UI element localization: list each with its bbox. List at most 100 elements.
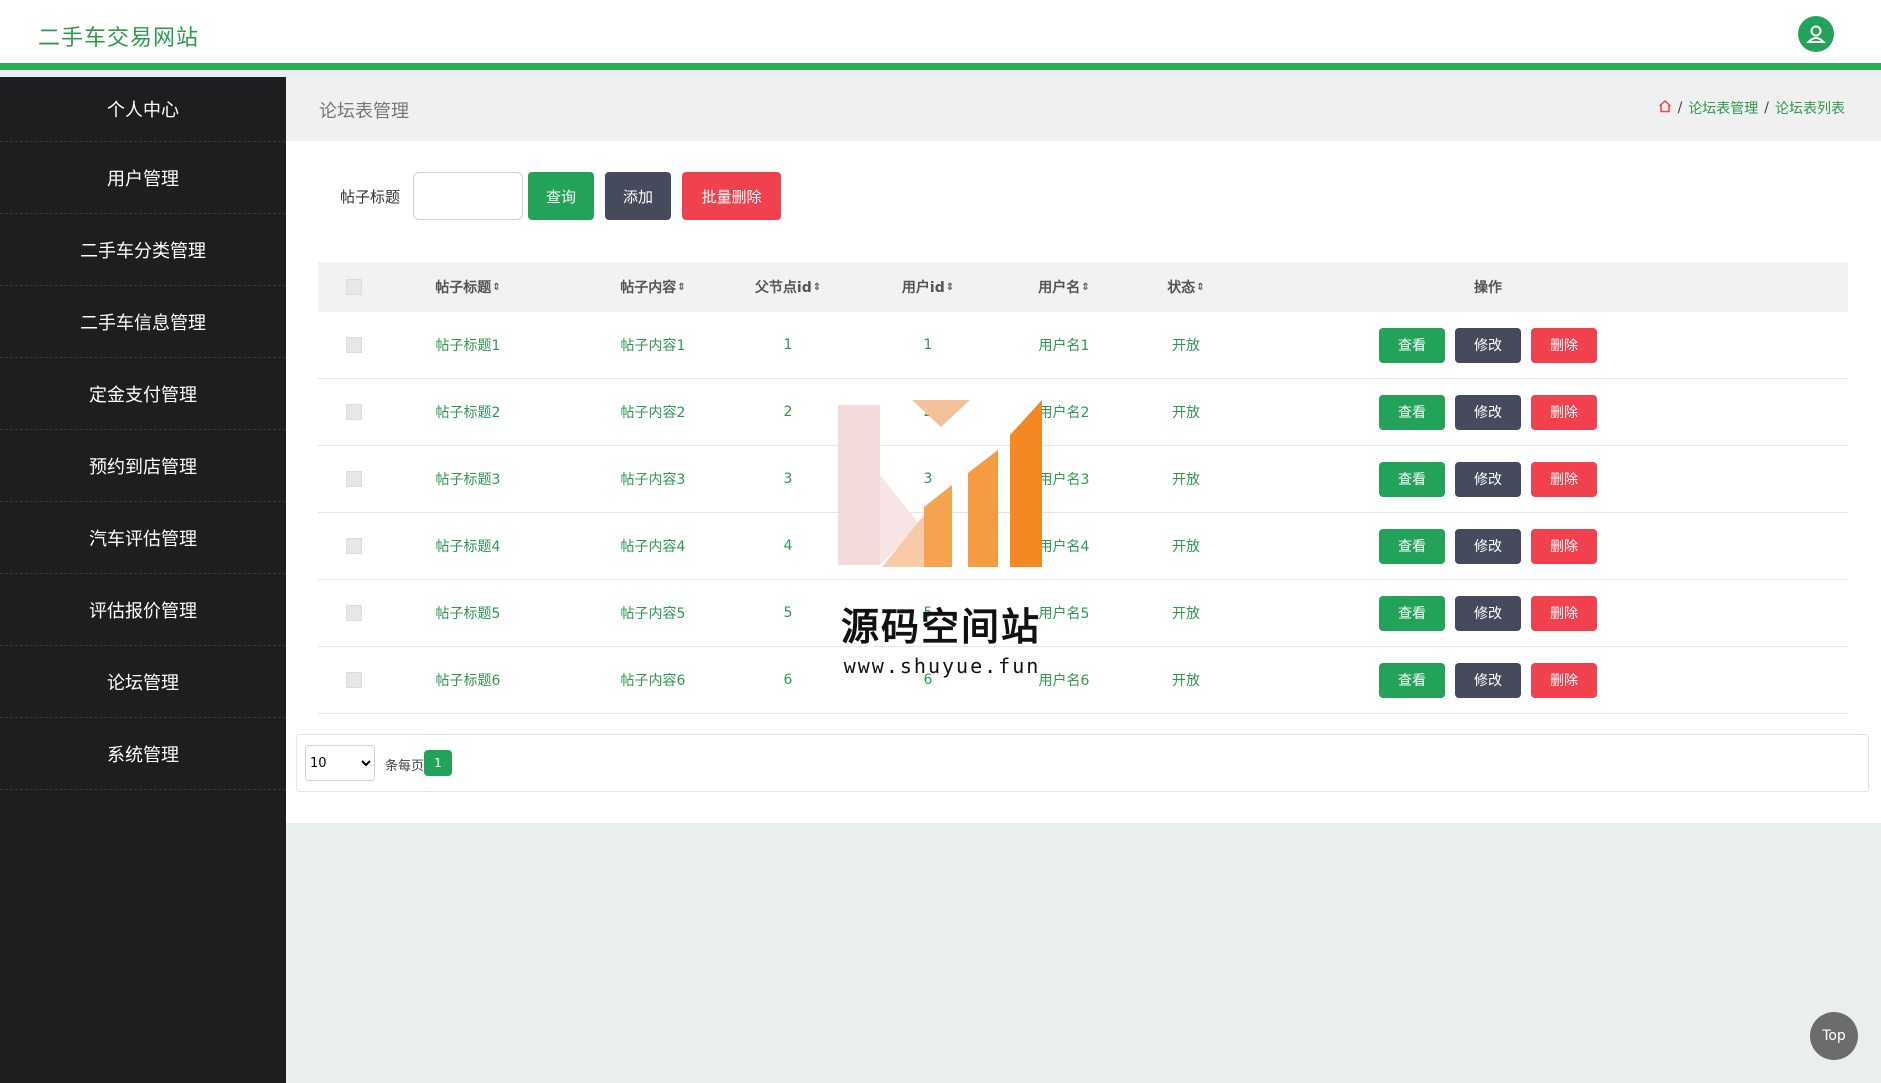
user-id-cell: 4 [923,538,933,554]
select-all-checkbox[interactable] [346,279,362,295]
user-id-cell: 2 [923,404,933,420]
status-cell: 开放 [1172,606,1200,622]
row-checkbox[interactable] [346,672,362,688]
post-title-search-input[interactable] [413,172,523,220]
row-checkbox[interactable] [346,538,362,554]
post-content-cell: 帖子内容1 [620,338,686,354]
page-size-select[interactable]: 10 [305,745,375,781]
page-number-button[interactable]: 1 [424,750,452,776]
parent-id-cell: 1 [783,337,793,353]
site-title: 二手车交易网站 [38,26,200,51]
status-cell: 开放 [1172,405,1200,421]
header-user-id[interactable]: 用户id ⇕ [858,262,998,312]
parent-id-cell: 2 [783,404,793,420]
query-button[interactable]: 查询 [528,172,594,220]
post-title-cell: 帖子标题2 [435,405,501,421]
page-title: 论坛表管理 [319,101,409,122]
sort-icon[interactable]: ⇕ [813,282,821,293]
view-button[interactable]: 查看 [1379,528,1445,564]
table-row: 帖子标题4 帖子内容4 4 4 用户名4 开放 查看 修改 删除 [318,513,1848,580]
post-content-cell: 帖子内容3 [620,472,686,488]
batch-delete-button[interactable]: 批量删除 [682,172,781,220]
sidebar: 个人中心 用户管理 二手车分类管理 二手车信息管理 定金支付管理 预约到店管理 … [0,77,286,1083]
user-icon[interactable] [1798,16,1834,52]
sidebar-item-car-evaluation-management[interactable]: 汽车评估管理 [0,502,286,574]
status-cell: 开放 [1172,338,1200,354]
breadcrumb-item: 论坛表列表 [1775,101,1845,117]
watermark-text: 源码空间站 [840,605,1041,649]
breadcrumb-item[interactable]: 论坛表管理 [1688,98,1758,118]
sort-icon[interactable]: ⇕ [1081,282,1089,293]
sidebar-item-label: 用户管理 [107,168,179,190]
post-title-cell: 帖子标题5 [435,606,501,622]
back-to-top-button[interactable]: Top [1810,1012,1858,1060]
sidebar-item-forum-management[interactable]: 论坛管理 [0,646,286,718]
delete-button[interactable]: 删除 [1531,461,1597,497]
edit-button[interactable]: 修改 [1455,461,1521,497]
breadcrumb: / 论坛表管理 / 论坛表列表 [1658,98,1845,118]
sort-icon[interactable]: ⇕ [1196,282,1204,293]
view-button[interactable]: 查看 [1379,461,1445,497]
header-username[interactable]: 用户名 ⇕ [994,262,1134,312]
username-cell: 用户名2 [1038,405,1090,421]
delete-button[interactable]: 删除 [1531,528,1597,564]
search-label: 帖子标题 [340,188,401,206]
sidebar-item-user-management[interactable]: 用户管理 [0,142,286,214]
delete-button[interactable]: 删除 [1531,394,1597,430]
per-page-label: 条每页 [385,759,425,774]
pagination: 10 条每页 1 [296,734,1869,792]
parent-id-cell: 4 [783,538,793,554]
table-row: 帖子标题5 帖子内容5 5 5 用户名5 开放 查看 修改 删除 [318,580,1848,647]
home-icon[interactable] [1658,99,1672,117]
delete-button[interactable]: 删除 [1531,327,1597,363]
header-status[interactable]: 状态 ⇕ [1116,262,1256,312]
row-checkbox[interactable] [346,404,362,420]
sidebar-item-quote-management[interactable]: 评估报价管理 [0,574,286,646]
header-parent-id[interactable]: 父节点id ⇕ [718,262,858,312]
sidebar-item-car-info-management[interactable]: 二手车信息管理 [0,286,286,358]
sort-icon[interactable]: ⇕ [492,282,500,293]
watermark-url: www.shuyue.fun [843,654,1041,678]
username-cell: 用户名3 [1038,472,1090,488]
edit-button[interactable]: 修改 [1455,394,1521,430]
sidebar-item-label: 论坛管理 [107,672,179,694]
add-button[interactable]: 添加 [605,172,671,220]
view-button[interactable]: 查看 [1379,662,1445,698]
edit-button[interactable]: 修改 [1455,528,1521,564]
view-button[interactable]: 查看 [1379,394,1445,430]
table-row: 帖子标题1 帖子内容1 1 1 用户名1 开放 查看 修改 删除 [318,312,1848,379]
sidebar-item-car-category-management[interactable]: 二手车分类管理 [0,214,286,286]
row-checkbox[interactable] [346,471,362,487]
sidebar-item-system-management[interactable]: 系统管理 [0,718,286,790]
page-head: 论坛表管理 / 论坛表管理 / 论坛表列表 [286,77,1881,141]
header-operations: 操作 [1474,280,1502,296]
sidebar-item-label: 个人中心 [107,100,179,121]
table-header-row: 帖子标题 ⇕ 帖子内容 ⇕ 父节点id ⇕ 用户id ⇕ 用户名 ⇕ 状态 ⇕ 操作 [318,262,1848,312]
view-button[interactable]: 查看 [1379,327,1445,363]
row-checkbox[interactable] [346,337,362,353]
sidebar-item-deposit-payment-management[interactable]: 定金支付管理 [0,358,286,430]
delete-button[interactable]: 删除 [1531,662,1597,698]
post-title-cell: 帖子标题1 [435,338,501,354]
header-post-title[interactable]: 帖子标题 ⇕ [398,262,538,312]
table-row: 帖子标题2 帖子内容2 2 2 用户名2 开放 查看 修改 删除 [318,379,1848,446]
view-button[interactable]: 查看 [1379,595,1445,631]
row-checkbox[interactable] [346,605,362,621]
delete-button[interactable]: 删除 [1531,595,1597,631]
sort-icon[interactable]: ⇕ [677,282,685,293]
sidebar-item-personal-center[interactable]: 个人中心 [0,77,286,142]
sidebar-item-label: 评估报价管理 [89,600,197,622]
username-cell: 用户名1 [1038,338,1090,354]
sidebar-item-appointment-management[interactable]: 预约到店管理 [0,430,286,502]
main-content: 论坛表管理 / 论坛表管理 / 论坛表列表 帖子标题 查询 添加 批量删除 帖子… [286,77,1881,823]
edit-button[interactable]: 修改 [1455,595,1521,631]
forum-table: 帖子标题 ⇕ 帖子内容 ⇕ 父节点id ⇕ 用户id ⇕ 用户名 ⇕ 状态 ⇕ 操作 帖子标… [318,262,1848,714]
edit-button[interactable]: 修改 [1455,662,1521,698]
status-cell: 开放 [1172,539,1200,555]
username-cell: 用户名4 [1038,539,1090,555]
sort-icon[interactable]: ⇕ [946,282,954,293]
header-post-content[interactable]: 帖子内容 ⇕ [583,262,723,312]
edit-button[interactable]: 修改 [1455,327,1521,363]
sidebar-item-label: 二手车信息管理 [80,312,206,334]
post-content-cell: 帖子内容4 [620,539,686,555]
